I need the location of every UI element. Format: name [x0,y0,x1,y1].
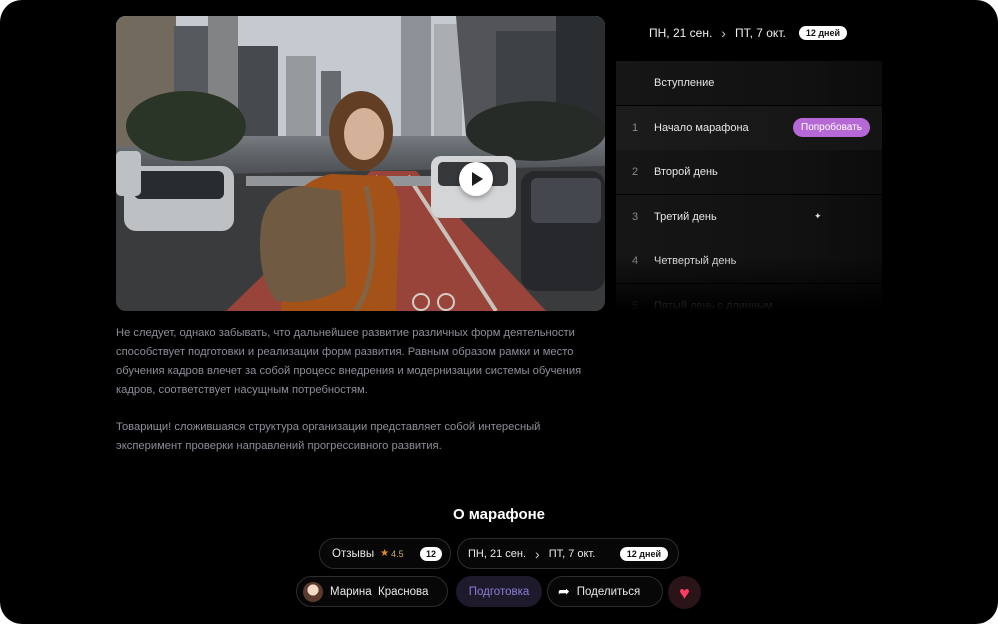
author-name: Марина Краснова [330,585,429,598]
share-button[interactable]: ➦ Поделиться [547,576,663,607]
app-frame: Не следует, однако забывать, что дальней… [0,0,998,624]
heart-icon: ♥ [679,582,690,603]
start-date: ПН, 21 сен. [468,547,527,560]
lesson-title: Вступление [654,77,715,89]
lesson-title: Третий день [654,210,717,223]
lesson-title: Второй день [654,166,718,178]
avatar [303,581,323,602]
share-label: Поделиться [576,585,641,598]
lesson-number: 2 [631,166,639,178]
lesson-number: 3 [631,210,639,223]
like-button[interactable]: ♥ [668,576,701,609]
reviews-label: Отзывы [332,547,375,560]
description-paragraph: Товарищи! сложившаяся структура организа… [116,421,541,452]
lesson-title: Пятый день с длинным [654,299,773,312]
start-date: ПН, 21 сен. [649,26,713,40]
lesson-title: Начало марафона [654,121,749,134]
reviews-button[interactable]: Отзывы ★ 4.5 12 [319,538,451,569]
lesson-number: 4 [631,255,639,267]
reviews-count-badge: 12 [419,546,442,561]
lesson-list: Вступление 1 Начало марафона Попробовать… [616,61,882,311]
lesson-item-1[interactable]: 1 Начало марафона Попробовать [616,105,882,150]
end-date: ПТ, 7 окт. [548,547,596,560]
dates-pill: ПН, 21 сен. › ПТ, 7 окт. 12 дней [457,538,679,569]
lesson-item-5[interactable]: 5 Пятый день с длинным [616,283,882,312]
lesson-title: Четвертый день [654,255,737,267]
schedule-range: ПН, 21 сен. › ПТ, 7 окт. 12 дней [649,24,848,42]
end-date: ПТ, 7 окт. [734,26,786,40]
rating-value: 4.5 [391,548,404,559]
chevron-right-icon: › [535,545,540,562]
star-icon: ★ [380,548,390,559]
description-paragraph: Не следует, однако забывать, что дальней… [116,327,582,396]
marathon-description: Не следует, однако забывать, что дальней… [116,324,606,474]
lesson-item-intro[interactable]: Вступление [616,61,882,105]
share-arrow-icon: ➦ [558,583,570,599]
about-title: О марафоне [452,506,546,523]
stage-badge: Подготовка [456,576,542,607]
try-button[interactable]: Попробовать [793,117,870,137]
lesson-item-2[interactable]: 2 Второй день [616,150,882,194]
play-icon [472,172,483,186]
chevron-right-icon: › [721,25,726,41]
lesson-number: 5 [631,299,639,312]
video-thumbnail [116,16,605,311]
lesson-number: 1 [631,121,639,134]
play-button[interactable] [459,162,493,196]
duration-badge: 12 дней [798,26,848,40]
video-player[interactable] [116,16,605,311]
lesson-item-3[interactable]: 3 Третий день ✦ [616,194,882,239]
pointer-cursor-icon: ✦ [814,210,822,221]
author-chip[interactable]: Марина Краснова [296,576,448,607]
duration-badge: 12 дней [619,546,668,561]
lesson-item-4[interactable]: 4 Четвертый день [616,239,882,283]
